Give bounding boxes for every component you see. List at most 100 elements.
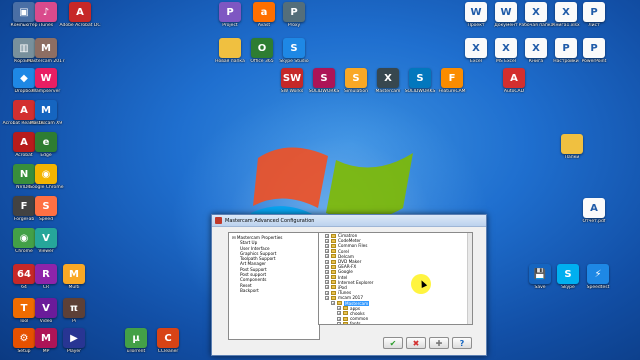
desktop-icon-label: Adobe Acrobat DC bbox=[59, 23, 101, 28]
desktop-icon-label: Google Chrome bbox=[28, 185, 64, 190]
expand-icon[interactable]: + bbox=[325, 275, 329, 280]
desktop-icon-image: A bbox=[503, 68, 525, 88]
desktop-icon-image: μ bbox=[125, 328, 147, 348]
folder-icon bbox=[331, 249, 336, 254]
expand-icon[interactable]: + bbox=[325, 285, 329, 290]
desktop-icon-image: V bbox=[35, 228, 57, 248]
desktop-icon-label: Mastercam X9 bbox=[29, 121, 63, 126]
ok-button[interactable]: ✔ bbox=[383, 337, 403, 349]
expand-icon[interactable]: + bbox=[325, 254, 329, 259]
folder-icon bbox=[331, 295, 336, 300]
properties-tree-item[interactable]: Backport bbox=[232, 288, 316, 293]
expand-icon[interactable]: + bbox=[337, 321, 341, 324]
folder-icon bbox=[331, 290, 336, 295]
desktop-icon-image bbox=[219, 38, 241, 58]
expand-icon[interactable]: + bbox=[325, 243, 329, 248]
desktop-icon-label: CCleaner bbox=[157, 349, 179, 354]
expand-icon[interactable]: + bbox=[337, 316, 341, 321]
desktop-icon-image: P bbox=[219, 2, 241, 22]
desktop-icon-image: ♪ bbox=[35, 2, 57, 22]
folder-icon bbox=[343, 306, 348, 311]
desktop-icon[interactable]: S Speed bbox=[24, 196, 68, 222]
folder-icon bbox=[343, 321, 348, 324]
desktop-icon-image: W bbox=[35, 68, 57, 88]
desktop-icon-label: Edge bbox=[40, 153, 52, 158]
mastercam-config-dialog: Mastercam Advanced Configuration ⊟ Maste… bbox=[211, 214, 487, 356]
folder-icon bbox=[331, 285, 336, 290]
desktop-icon-label: Multi bbox=[68, 285, 80, 290]
folder-icon bbox=[337, 301, 342, 306]
desktop-icon-image: A bbox=[583, 198, 605, 218]
desktop-icon[interactable]: ▶ Player bbox=[52, 328, 96, 354]
desktop-icon[interactable]: W Wampserver bbox=[24, 68, 68, 94]
desktop-icon[interactable]: M Mastercam X9 bbox=[24, 100, 68, 126]
expand-icon[interactable]: + bbox=[325, 295, 329, 300]
desktop-icon[interactable]: V Viewer bbox=[24, 228, 68, 254]
desktop-icon-image: P bbox=[583, 38, 605, 58]
desktop-icon-image: ▶ bbox=[63, 328, 85, 348]
folder-icon bbox=[331, 264, 336, 269]
folder-tree-label: fonts bbox=[350, 321, 361, 325]
desktop-icon-image: M bbox=[35, 38, 57, 58]
desktop-icon-image: M bbox=[63, 264, 85, 284]
folder-tree[interactable]: + Cimatron + CodeMeter + Common Files + Corel + D… bbox=[318, 232, 473, 325]
desktop-icon[interactable]: M Multi bbox=[52, 264, 96, 290]
expand-icon[interactable]: + bbox=[325, 238, 329, 243]
desktop-icon-image: P bbox=[283, 2, 305, 22]
desktop-icon[interactable]: F FeatureCAM bbox=[430, 68, 474, 94]
expand-icon[interactable]: + bbox=[325, 264, 329, 269]
desktop-icon[interactable]: P PowerPoint bbox=[572, 38, 616, 64]
folder-icon bbox=[331, 280, 336, 285]
expand-icon[interactable]: + bbox=[325, 249, 329, 254]
folder-icon bbox=[331, 238, 336, 243]
desktop-icon[interactable]: π Pi bbox=[52, 298, 96, 324]
expand-icon[interactable]: + bbox=[337, 311, 341, 316]
desktop-icon-label: Proxy bbox=[287, 23, 301, 28]
desktop-icon[interactable]: A Отчёт.pdf bbox=[572, 198, 616, 224]
desktop-icon[interactable]: ⚡ Speedtest bbox=[576, 264, 620, 290]
expand-icon[interactable]: + bbox=[331, 301, 335, 306]
desktop-icon-image bbox=[561, 134, 583, 154]
folder-tree-scrollbar[interactable] bbox=[467, 233, 472, 324]
desktop-icon-image: O bbox=[251, 38, 273, 58]
expand-icon[interactable]: + bbox=[325, 290, 329, 295]
desktop-icon-label: Viewer bbox=[38, 249, 54, 254]
desktop-icon[interactable]: e Edge bbox=[24, 132, 68, 158]
desktop-icon-image: S bbox=[283, 38, 305, 58]
desktop-icon-label: Папки bbox=[564, 155, 580, 160]
help-button[interactable]: ? bbox=[452, 337, 472, 349]
desktop-icon[interactable]: P Proxy bbox=[272, 2, 316, 28]
expand-icon[interactable]: + bbox=[325, 259, 329, 264]
expand-icon[interactable]: + bbox=[325, 233, 329, 238]
dialog-titlebar[interactable]: Mastercam Advanced Configuration bbox=[212, 215, 486, 227]
desktop-icon[interactable]: M Mastercam 2017 bbox=[24, 38, 68, 64]
desktop-icon[interactable]: A Adobe Acrobat DC bbox=[58, 2, 102, 28]
desktop-icon-label: FeatureCAM bbox=[438, 89, 466, 94]
desktop-icon-label: Pi bbox=[72, 319, 76, 324]
expand-icon[interactable]: + bbox=[325, 269, 329, 274]
expand-icon[interactable]: + bbox=[325, 280, 329, 285]
desktop-icon-label: Mastercam 2017 bbox=[27, 59, 65, 64]
folder-icon bbox=[331, 233, 336, 238]
folder-icon bbox=[343, 311, 348, 316]
desktop-icon-label: Отчёт.pdf bbox=[582, 219, 606, 224]
desktop-icon-image: A bbox=[69, 2, 91, 22]
desktop-icon-image: C bbox=[157, 328, 179, 348]
expand-icon[interactable]: + bbox=[337, 306, 341, 311]
add-button[interactable]: ✚ bbox=[429, 337, 449, 349]
desktop-icon-label: Speedtest bbox=[586, 285, 610, 290]
desktop-icon-label: Speed bbox=[38, 217, 54, 222]
properties-tree[interactable]: ⊟ Mastercam Properties Start Up User Inter… bbox=[228, 232, 320, 340]
desktop-icon[interactable]: S Skype Studio bbox=[272, 38, 316, 64]
desktop-icon-image: π bbox=[63, 298, 85, 318]
desktop-icon[interactable]: P Лист bbox=[572, 2, 616, 28]
desktop-icon-label: Skype Studio bbox=[279, 59, 309, 64]
desktop-icon[interactable]: A AutoCAD bbox=[492, 68, 536, 94]
desktop-icon[interactable]: C CCleaner bbox=[146, 328, 190, 354]
desktop-icon-image: X bbox=[377, 68, 399, 88]
folder-tree-item[interactable]: + fonts bbox=[319, 321, 472, 325]
desktop-icon[interactable]: ◉ Google Chrome bbox=[24, 164, 68, 190]
desktop-icon[interactable]: Папки bbox=[550, 134, 594, 160]
desktop-icon-image: ◉ bbox=[35, 164, 57, 184]
cancel-button[interactable]: ✖ bbox=[406, 337, 426, 349]
